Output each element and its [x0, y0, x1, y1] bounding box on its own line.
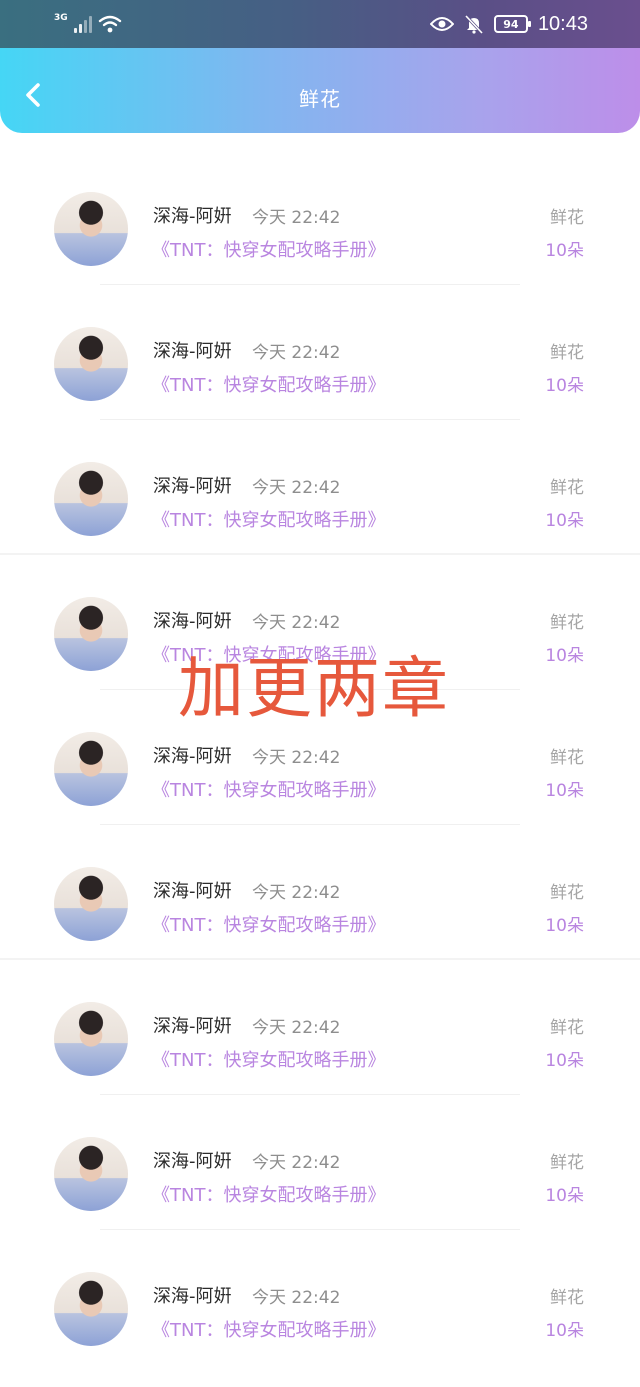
gift-record-list: 深海-阿姸 今天 22:42 《TNT：快穿女配攻略手册》 鲜花 10朵 深海-… — [0, 150, 640, 1365]
eye-icon — [429, 17, 454, 31]
avatar — [54, 1137, 128, 1211]
avatar — [54, 597, 128, 671]
battery-icon: 94 — [493, 15, 531, 33]
book-title[interactable]: 《TNT：快穿女配攻略手册》 — [152, 911, 385, 937]
send-time: 今天 22:42 — [252, 613, 341, 633]
gift-type: 鲜花 — [550, 1153, 584, 1173]
send-time: 今天 22:42 — [252, 343, 341, 363]
overlay-caption: 加更两章 — [178, 650, 450, 727]
book-title[interactable]: 《TNT：快穿女配攻略手册》 — [152, 1181, 385, 1207]
mute-bell-icon — [464, 14, 484, 34]
clock: 10:43 — [537, 12, 588, 35]
book-title[interactable]: 《TNT：快穿女配攻略手册》 — [152, 236, 385, 262]
status-left: 3G — [54, 12, 122, 36]
status-bar: 3G 94 10:43 — [0, 0, 640, 48]
list-item[interactable]: 深海-阿姸 今天 22:42 《TNT：快穿女配攻略手册》 鲜花 10朵 — [0, 1095, 640, 1230]
sender-name: 深海-阿姸 — [153, 476, 232, 497]
page-title: 鲜花 — [299, 87, 341, 111]
send-time: 今天 22:42 — [252, 478, 341, 498]
avatar — [54, 327, 128, 401]
gift-count: 10朵 — [545, 1321, 584, 1341]
battery-level: 94 — [503, 17, 519, 31]
sender-name: 深海-阿姸 — [153, 881, 232, 902]
gift-type: 鲜花 — [550, 748, 584, 768]
send-time: 今天 22:42 — [252, 1153, 341, 1173]
gift-type: 鲜花 — [550, 208, 584, 228]
gift-type: 鲜花 — [550, 883, 584, 903]
list-item[interactable]: 深海-阿姸 今天 22:42 《TNT：快穿女配攻略手册》 鲜花 10朵 — [0, 150, 640, 285]
list-item[interactable]: 深海-阿姸 今天 22:42 《TNT：快穿女配攻略手册》 鲜花 10朵 — [0, 825, 640, 960]
send-time: 今天 22:42 — [252, 883, 341, 903]
book-title[interactable]: 《TNT：快穿女配攻略手册》 — [152, 371, 385, 397]
book-title[interactable]: 《TNT：快穿女配攻略手册》 — [152, 506, 385, 532]
send-time: 今天 22:42 — [252, 208, 341, 228]
gift-count: 10朵 — [545, 511, 584, 531]
network-type: 3G — [54, 13, 68, 23]
gift-type: 鲜花 — [550, 1018, 584, 1038]
avatar — [54, 1002, 128, 1076]
book-title[interactable]: 《TNT：快穿女配攻略手册》 — [152, 1316, 385, 1342]
gift-count: 10朵 — [545, 781, 584, 801]
send-time: 今天 22:42 — [252, 1018, 341, 1038]
wifi-icon — [98, 15, 121, 33]
send-time: 今天 22:42 — [252, 1288, 341, 1308]
avatar — [54, 1272, 128, 1346]
app-header: 3G 94 10:43 鲜花 — [0, 0, 640, 133]
gift-count: 10朵 — [545, 916, 584, 936]
sender-name: 深海-阿姸 — [153, 746, 232, 767]
gift-type: 鲜花 — [550, 1288, 584, 1308]
send-time: 今天 22:42 — [252, 748, 341, 768]
gift-count: 10朵 — [545, 1051, 584, 1071]
avatar — [54, 192, 128, 266]
status-right: 94 10:43 — [429, 10, 588, 38]
avatar — [54, 867, 128, 941]
list-item[interactable]: 深海-阿姸 今天 22:42 《TNT：快穿女配攻略手册》 鲜花 10朵 — [0, 960, 640, 1095]
gift-count: 10朵 — [545, 646, 584, 666]
avatar — [54, 732, 128, 806]
avatar — [54, 462, 128, 536]
book-title[interactable]: 《TNT：快穿女配攻略手册》 — [152, 1046, 385, 1072]
sender-name: 深海-阿姸 — [153, 1151, 232, 1172]
sender-name: 深海-阿姸 — [153, 611, 232, 632]
gift-count: 10朵 — [545, 241, 584, 261]
gift-type: 鲜花 — [550, 343, 584, 363]
sender-name: 深海-阿姸 — [153, 1016, 232, 1037]
sender-name: 深海-阿姸 — [153, 341, 232, 362]
list-item[interactable]: 深海-阿姸 今天 22:42 《TNT：快穿女配攻略手册》 鲜花 10朵 — [0, 285, 640, 420]
signal-icon — [73, 15, 92, 33]
book-title[interactable]: 《TNT：快穿女配攻略手册》 — [152, 776, 385, 802]
gift-type: 鲜花 — [550, 478, 584, 498]
gift-type: 鲜花 — [550, 613, 584, 633]
list-item[interactable]: 深海-阿姸 今天 22:42 《TNT：快穿女配攻略手册》 鲜花 10朵 — [0, 1230, 640, 1365]
gift-count: 10朵 — [545, 376, 584, 396]
gift-count: 10朵 — [545, 1186, 584, 1206]
list-item[interactable]: 深海-阿姸 今天 22:42 《TNT：快穿女配攻略手册》 鲜花 10朵 — [0, 420, 640, 555]
sender-name: 深海-阿姸 — [153, 1286, 232, 1307]
sender-name: 深海-阿姸 — [153, 206, 232, 227]
